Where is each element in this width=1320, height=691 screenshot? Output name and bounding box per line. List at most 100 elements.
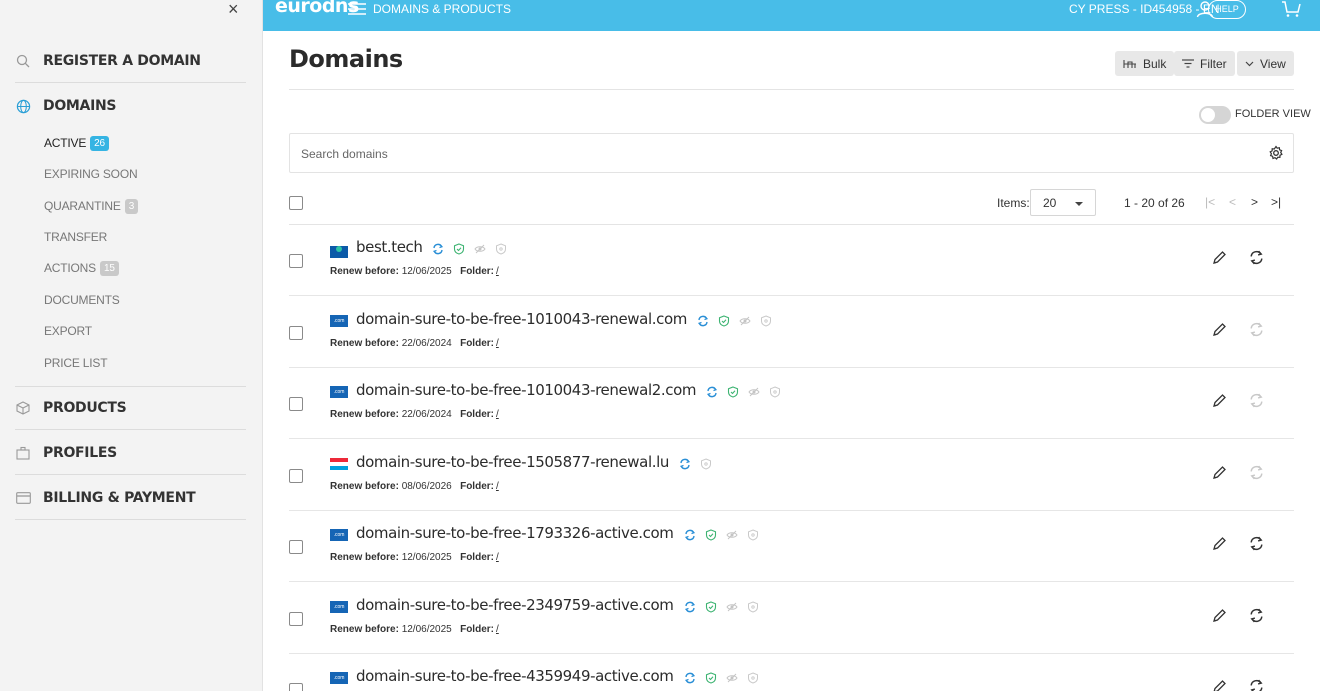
renew-icon[interactable]	[1248, 392, 1265, 409]
row-checkbox[interactable]	[289, 612, 303, 626]
sidebar-subitem-active[interactable]: ACTIVE 26	[44, 133, 109, 153]
prev-page-icon[interactable]: <	[1229, 195, 1236, 209]
renew-date: 08/06/2026	[401, 481, 452, 492]
renew-icon[interactable]	[1248, 678, 1265, 691]
sidebar-subitem-label: DOCUMENTS	[44, 293, 120, 307]
folder-link[interactable]: /	[496, 481, 499, 492]
hamburger-menu-icon[interactable]	[348, 2, 366, 16]
domain-row[interactable]: domain-sure-to-be-free-1505877-renewal.l…	[289, 440, 1294, 511]
items-per-page-select[interactable]: 20	[1030, 189, 1096, 216]
edit-pencil-icon[interactable]	[1211, 465, 1227, 481]
select-all-checkbox[interactable]	[289, 196, 303, 210]
domain-name[interactable]: domain-sure-to-be-free-2349759-active.co…	[356, 596, 674, 614]
sidebar-item-label: DOMAINS	[43, 98, 117, 114]
edit-pencil-icon[interactable]	[1211, 322, 1227, 338]
renew-icon[interactable]	[1248, 607, 1265, 624]
breadcrumb[interactable]: DOMAINS & PRODUCTS	[373, 2, 511, 16]
sidebar-item-label: PRODUCTS	[43, 400, 127, 416]
sidebar-item-register-domain[interactable]: REGISTER A DOMAIN	[15, 39, 246, 83]
renew-icon[interactable]	[1248, 464, 1265, 481]
row-checkbox[interactable]	[289, 326, 303, 340]
help-button[interactable]: HELP	[1208, 0, 1246, 19]
domain-row[interactable]: .com domain-sure-to-be-free-1793326-acti…	[289, 511, 1294, 582]
edit-pencil-icon[interactable]	[1211, 393, 1227, 409]
renew-icon[interactable]	[1248, 249, 1265, 266]
renew-icon[interactable]	[1248, 535, 1265, 552]
row-checkbox[interactable]	[289, 469, 303, 483]
sidebar-item-domains[interactable]: DOMAINS	[15, 84, 246, 128]
sidebar-subitem-quarantine[interactable]: QUARANTINE 3	[44, 196, 139, 216]
last-page-icon[interactable]: >|	[1271, 195, 1281, 209]
sidebar-subitem-expiring-soon[interactable]: EXPIRING SOON	[44, 164, 138, 184]
domain-row[interactable]: best.tech Renew before: 12/06/2025 Folde…	[289, 225, 1294, 296]
folder-link[interactable]: /	[496, 624, 499, 635]
domain-row[interactable]: .com domain-sure-to-be-free-2349759-acti…	[289, 583, 1294, 654]
settings-gear-icon[interactable]	[1268, 145, 1284, 161]
folder-link[interactable]: /	[496, 552, 499, 563]
auto-renew-icon	[679, 457, 691, 475]
sidebar-item-billing[interactable]: BILLING & PAYMENT	[15, 476, 246, 520]
filter-icon	[1182, 59, 1194, 68]
view-label: View	[1260, 56, 1286, 71]
search-input[interactable]	[301, 144, 1201, 164]
folder-link[interactable]: /	[496, 266, 499, 277]
caret-down-icon	[1075, 202, 1083, 206]
domain-status-icons	[684, 528, 759, 546]
box-icon	[15, 400, 31, 416]
renew-before-label: Renew before:	[330, 266, 399, 277]
sidebar-subitem-label: QUARANTINE	[44, 199, 121, 213]
domain-name[interactable]: domain-sure-to-be-free-1010043-renewal2.…	[356, 381, 696, 399]
first-page-icon[interactable]: |<	[1205, 195, 1215, 209]
row-checkbox[interactable]	[289, 397, 303, 411]
sidebar-subitem-export[interactable]: EXPORT	[44, 321, 92, 341]
domain-name[interactable]: domain-sure-to-be-free-1505877-renewal.l…	[356, 453, 669, 471]
bulk-button[interactable]: Bulk	[1115, 51, 1175, 76]
sidebar-subitem-price-list[interactable]: PRICE LIST	[44, 353, 108, 373]
view-button[interactable]: View	[1237, 51, 1294, 76]
sidebar-item-profiles[interactable]: PROFILES	[15, 431, 246, 475]
privacy-eye-icon	[726, 600, 738, 618]
folder-link[interactable]: /	[496, 338, 499, 349]
edit-pencil-icon[interactable]	[1211, 608, 1227, 624]
row-checkbox[interactable]	[289, 683, 303, 691]
sidebar-item-products[interactable]: PRODUCTS	[15, 386, 246, 430]
items-per-page-value: 20	[1043, 196, 1057, 210]
row-checkbox[interactable]	[289, 254, 303, 268]
cart-icon[interactable]	[1281, 0, 1301, 18]
close-icon[interactable]: ×	[228, 0, 239, 18]
domain-name[interactable]: domain-sure-to-be-free-4359949-active.co…	[356, 667, 674, 685]
briefcase-icon	[15, 445, 31, 461]
folder-link[interactable]: /	[496, 409, 499, 420]
sidebar-subitem-label: PRICE LIST	[44, 356, 108, 370]
domain-name[interactable]: best.tech	[356, 238, 423, 256]
renew-icon[interactable]	[1248, 321, 1265, 338]
edit-pencil-icon[interactable]	[1211, 250, 1227, 266]
row-checkbox[interactable]	[289, 540, 303, 554]
edit-pencil-icon[interactable]	[1211, 536, 1227, 552]
transfer-lock-icon	[495, 242, 507, 260]
domain-status-icons	[684, 600, 759, 618]
eurodns-logo[interactable]: eurodns	[275, 0, 359, 17]
top-bar: eurodns DOMAINS & PRODUCTS CY PRESS - ID…	[263, 0, 1320, 31]
domain-name[interactable]: domain-sure-to-be-free-1010043-renewal.c…	[356, 310, 687, 328]
folder-label: Folder:	[460, 552, 494, 563]
filter-button[interactable]: Filter	[1174, 51, 1235, 76]
domain-meta: Renew before: 08/06/2026 Folder: /	[330, 481, 499, 492]
domain-status-icons	[679, 457, 712, 475]
dnssec-shield-icon	[705, 528, 717, 546]
domain-name[interactable]: domain-sure-to-be-free-1793326-active.co…	[356, 524, 674, 542]
domain-status-icons	[697, 314, 772, 332]
domain-row[interactable]: .com domain-sure-to-be-free-4359949-acti…	[289, 654, 1294, 691]
folder-label: Folder:	[460, 409, 494, 420]
sidebar-subitem-actions[interactable]: ACTIONS 15	[44, 258, 119, 278]
domain-row[interactable]: .com domain-sure-to-be-free-1010043-rene…	[289, 368, 1294, 439]
renew-date: 12/06/2025	[401, 552, 452, 563]
next-page-icon[interactable]: >	[1251, 195, 1258, 209]
edit-pencil-icon[interactable]	[1211, 679, 1227, 691]
sidebar-subitem-transfer[interactable]: TRANSFER	[44, 227, 107, 247]
renew-before-label: Renew before:	[330, 338, 399, 349]
sidebar-subitem-documents[interactable]: DOCUMENTS	[44, 290, 120, 310]
folder-view-toggle[interactable]	[1199, 106, 1231, 124]
sidebar: × REGISTER A DOMAIN DOMAINS ACTIVE 26 EX…	[0, 0, 263, 691]
domain-row[interactable]: .com domain-sure-to-be-free-1010043-rene…	[289, 297, 1294, 368]
